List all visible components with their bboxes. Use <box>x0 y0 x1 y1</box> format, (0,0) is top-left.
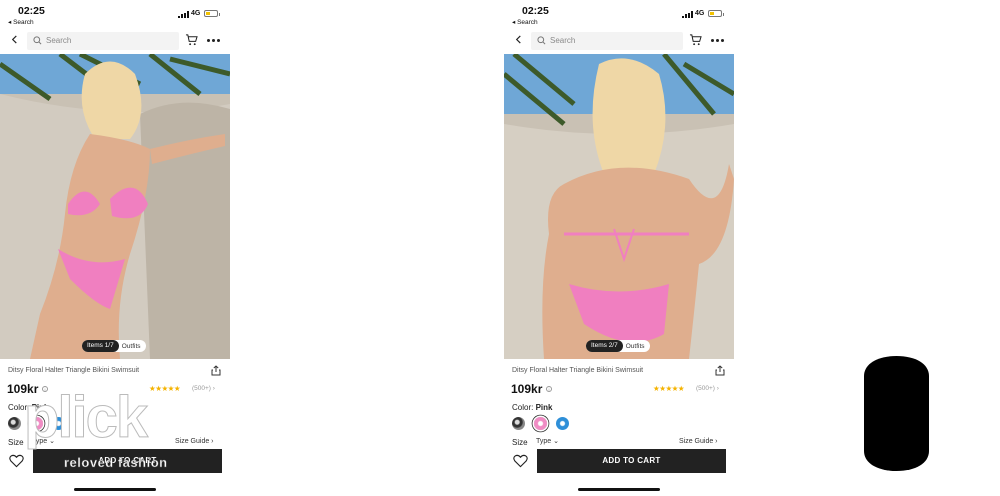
heart-icon[interactable] <box>513 454 528 468</box>
share-icon[interactable] <box>211 365 221 376</box>
back-to-app-link[interactable]: ◂ Search <box>8 18 34 26</box>
top-nav: Search <box>504 30 734 52</box>
color-label-text: Color: <box>512 403 534 412</box>
search-input[interactable]: Search <box>27 32 179 50</box>
home-indicator <box>578 488 660 491</box>
search-icon <box>33 36 42 45</box>
swatch-black-floral[interactable] <box>512 417 525 430</box>
size-guide-link[interactable]: Size Guide › <box>679 438 718 445</box>
swatch-blue[interactable] <box>556 417 569 430</box>
review-count-link[interactable]: (500+) › <box>696 385 719 392</box>
pager-items: Items 2/7 <box>586 340 623 352</box>
add-to-cart-button[interactable]: ADD TO CART <box>537 449 726 473</box>
share-icon[interactable] <box>715 365 725 376</box>
search-icon <box>537 36 546 45</box>
back-arrow-icon[interactable] <box>10 35 19 44</box>
product-image[interactable]: Items 1/7 Outfits <box>0 54 230 359</box>
color-value: Pink <box>535 403 553 412</box>
type-dropdown[interactable]: Type ⌄ <box>32 437 55 445</box>
swatch-black-floral[interactable] <box>8 417 21 430</box>
type-dropdown[interactable]: Type ⌄ <box>536 437 559 445</box>
swatch-pink[interactable] <box>534 417 547 430</box>
product-image[interactable]: Items 2/7 Outfits <box>504 54 734 359</box>
signal-icon <box>682 11 693 18</box>
price-info-icon[interactable]: i <box>546 386 552 392</box>
black-shape <box>864 356 929 471</box>
product-screen-back: 02:25 ◂ Search 4G Search Items 2/7 Outfi <box>504 0 734 496</box>
color-label-text: Color: <box>8 403 30 412</box>
status-bar: 02:25 ◂ Search 4G <box>504 0 734 30</box>
color-value: Pink <box>31 403 49 412</box>
battery-icon <box>708 10 724 17</box>
swatch-pink[interactable] <box>30 417 43 430</box>
more-options-icon[interactable] <box>207 39 221 43</box>
signal-icon <box>178 11 189 18</box>
status-bar: 02:25 ◂ Search 4G <box>0 0 230 30</box>
home-indicator <box>74 488 156 491</box>
product-photo-back <box>504 54 734 359</box>
search-placeholder: Search <box>550 36 576 45</box>
price-info-icon[interactable]: i <box>42 386 48 392</box>
more-options-icon[interactable] <box>711 39 725 43</box>
battery-icon <box>204 10 220 17</box>
pager-outfits[interactable]: Outfits <box>623 343 650 350</box>
cart-icon[interactable] <box>689 34 702 46</box>
product-photo-front <box>0 54 230 359</box>
pager-outfits[interactable]: Outfits <box>119 343 146 350</box>
product-price: 109kr <box>7 382 39 396</box>
review-count-link[interactable]: (500+) › <box>192 385 215 392</box>
top-nav: Search <box>0 30 230 52</box>
heart-icon[interactable] <box>9 454 24 468</box>
size-label: Size <box>512 438 528 447</box>
product-title: Ditsy Floral Halter Triangle Bikini Swim… <box>512 367 644 374</box>
size-label: Size <box>8 438 24 447</box>
product-price: 109kr <box>511 382 543 396</box>
size-guide-link[interactable]: Size Guide › <box>175 438 214 445</box>
image-pager: Items 1/7 Outfits <box>82 340 146 352</box>
rating-stars: ★★★★★ <box>149 384 181 393</box>
add-to-cart-button[interactable]: ADD TO CART <box>33 449 222 473</box>
network-label: 4G <box>695 10 705 17</box>
search-input[interactable]: Search <box>531 32 683 50</box>
color-label: Color: Pink <box>512 403 552 412</box>
image-pager: Items 2/7 Outfits <box>586 340 650 352</box>
cart-icon[interactable] <box>185 34 198 46</box>
product-title: Ditsy Floral Halter Triangle Bikini Swim… <box>8 367 140 374</box>
color-label: Color: Pink <box>8 403 48 412</box>
product-screen-front: 02:25 ◂ Search 4G Search Items 1/7 Outfi… <box>0 0 230 496</box>
network-label: 4G <box>191 10 201 17</box>
swatch-blue[interactable] <box>52 417 65 430</box>
back-arrow-icon[interactable] <box>514 35 523 44</box>
rating-stars: ★★★★★ <box>653 384 685 393</box>
status-time: 02:25 <box>522 5 549 17</box>
back-to-app-link[interactable]: ◂ Search <box>512 18 538 26</box>
pager-items: Items 1/7 <box>82 340 119 352</box>
search-placeholder: Search <box>46 36 72 45</box>
status-time: 02:25 <box>18 5 45 17</box>
